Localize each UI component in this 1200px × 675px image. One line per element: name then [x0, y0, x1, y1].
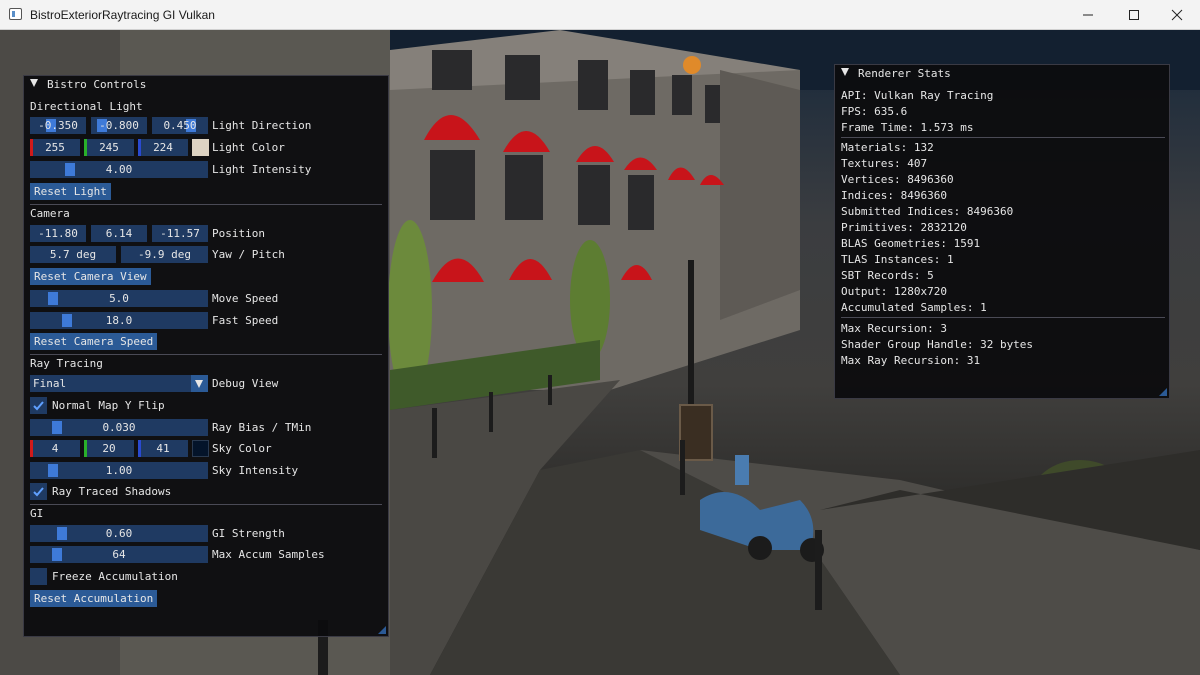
stat-indices: Indices: 8496360: [841, 189, 947, 202]
light-color-g-field[interactable]: 245: [84, 139, 134, 156]
freeze-accumulation-checkbox[interactable]: [30, 568, 47, 585]
max-accum-samples-slider[interactable]: 64: [30, 546, 208, 563]
resize-grip-icon[interactable]: [1159, 388, 1167, 396]
light-dir-z-field[interactable]: 0.450: [152, 117, 208, 134]
sky-color-label: Sky Color: [212, 442, 272, 455]
app-window: BistroExteriorRaytracing GI Vulkan Bistr…: [0, 0, 1200, 675]
stat-api: API: Vulkan Ray Tracing: [841, 89, 994, 102]
stat-primitives: Primitives: 2832120: [841, 221, 967, 234]
stat-max-recursion: Max Recursion: 3: [841, 322, 947, 335]
separator: [841, 137, 1165, 138]
light-color-swatch[interactable]: [192, 139, 209, 156]
separator: [30, 504, 382, 505]
separator: [841, 317, 1165, 318]
stat-fps: FPS: 635.6: [841, 105, 908, 118]
renderer-stats-panel[interactable]: Renderer Stats API: Vulkan Ray Tracing F…: [834, 64, 1170, 399]
stat-tlas-instances: TLAS Instances: 1: [841, 253, 954, 266]
stat-output: Output: 1280x720: [841, 285, 947, 298]
light-intensity-slider[interactable]: 4.00: [30, 161, 208, 178]
normal-map-flip-checkbox[interactable]: [30, 397, 47, 414]
light-color-b-field[interactable]: 224: [138, 139, 188, 156]
fast-speed-slider[interactable]: 18.0: [30, 312, 208, 329]
gi-header: GI: [30, 507, 44, 520]
stat-shader-group-handle: Shader Group Handle: 32 bytes: [841, 338, 1034, 351]
camera-pos-y-field[interactable]: 6.14: [91, 225, 147, 242]
separator: [30, 354, 382, 355]
app-icon: [9, 8, 22, 20]
debug-view-combo[interactable]: Final: [30, 375, 193, 392]
stat-materials: Materials: 132: [841, 141, 934, 154]
light-intensity-label: Light Intensity: [212, 163, 312, 176]
reset-accumulation-button[interactable]: Reset Accumulation: [30, 590, 158, 607]
close-button[interactable]: [1154, 0, 1200, 30]
light-dir-x-field[interactable]: -0.350: [30, 117, 86, 134]
render-viewport[interactable]: Bistro Controls Directional Light -0.350…: [0, 30, 1200, 675]
minimize-button[interactable]: [1065, 0, 1111, 30]
fast-speed-label: Fast Speed: [212, 314, 279, 327]
light-dir-y-field[interactable]: -0.800: [91, 117, 147, 134]
maximize-icon: [1129, 10, 1139, 20]
move-speed-label: Move Speed: [212, 292, 279, 305]
max-accum-samples-label: Max Accum Samples: [212, 548, 325, 561]
window-title: BistroExteriorRaytracing GI Vulkan: [30, 8, 215, 22]
sky-color-r-field[interactable]: 4: [30, 440, 80, 457]
debug-view-label: Debug View: [212, 377, 279, 390]
reset-camera-speed-button[interactable]: Reset Camera Speed: [30, 333, 158, 350]
light-color-r-field[interactable]: 255: [30, 139, 80, 156]
collapse-arrow-icon[interactable]: [841, 68, 849, 76]
gi-strength-label: GI Strength: [212, 527, 285, 540]
ray-traced-shadows-label: Ray Traced Shadows: [52, 485, 172, 498]
camera-header: Camera: [30, 207, 70, 220]
move-speed-slider[interactable]: 5.0: [30, 290, 208, 307]
sky-intensity-slider[interactable]: 1.00: [30, 462, 208, 479]
resize-grip-icon[interactable]: [378, 626, 386, 634]
ray-traced-shadows-checkbox[interactable]: [30, 483, 47, 500]
stat-textures: Textures: 407: [841, 157, 928, 170]
camera-pos-x-field[interactable]: -11.80: [30, 225, 86, 242]
separator: [30, 204, 382, 205]
stat-frame-time: Frame Time: 1.573 ms: [841, 121, 974, 134]
controls-title: Bistro Controls: [47, 78, 147, 91]
directional-light-header: Directional Light: [30, 100, 143, 113]
reset-camera-view-button[interactable]: Reset Camera View: [30, 268, 151, 285]
collapse-arrow-icon[interactable]: [30, 79, 38, 87]
controls-header[interactable]: Bistro Controls: [24, 76, 388, 93]
light-color-label: Light Color: [212, 141, 285, 154]
yaw-pitch-label: Yaw / Pitch: [212, 248, 285, 261]
ray-tracing-header: Ray Tracing: [30, 357, 103, 370]
normal-map-flip-label: Normal Map Y Flip: [52, 399, 165, 412]
camera-pos-z-field[interactable]: -11.57: [152, 225, 208, 242]
freeze-accumulation-label: Freeze Accumulation: [52, 570, 178, 583]
stats-header[interactable]: Renderer Stats: [835, 65, 1169, 82]
stat-submitted-indices: Submitted Indices: 8496360: [841, 205, 1014, 218]
reset-light-button[interactable]: Reset Light: [30, 183, 111, 200]
stat-blas-geometries: BLAS Geometries: 1591: [841, 237, 981, 250]
sky-color-g-field[interactable]: 20: [84, 440, 134, 457]
minimize-icon: [1083, 14, 1093, 16]
stats-title: Renderer Stats: [858, 67, 951, 80]
bistro-controls-panel[interactable]: Bistro Controls Directional Light -0.350…: [23, 75, 389, 637]
position-label: Position: [212, 227, 265, 240]
checkmark-icon: [33, 401, 44, 411]
sky-color-swatch[interactable]: [192, 440, 209, 457]
stat-accumulated-samples: Accumulated Samples: 1: [841, 301, 987, 314]
gi-strength-slider[interactable]: 0.60: [30, 525, 208, 542]
ray-bias-slider[interactable]: 0.030: [30, 419, 208, 436]
checkmark-icon: [33, 487, 44, 497]
close-icon: [1171, 9, 1183, 21]
stat-vertices: Vertices: 8496360: [841, 173, 954, 186]
yaw-field[interactable]: 5.7 deg: [30, 246, 116, 263]
stat-sbt-records: SBT Records: 5: [841, 269, 934, 282]
sky-intensity-label: Sky Intensity: [212, 464, 299, 477]
maximize-button[interactable]: [1111, 0, 1157, 30]
dropdown-arrow-icon[interactable]: [191, 375, 208, 392]
stat-max-ray-recursion: Max Ray Recursion: 31: [841, 354, 981, 367]
ray-bias-label: Ray Bias / TMin: [212, 421, 312, 434]
pitch-field[interactable]: -9.9 deg: [121, 246, 208, 263]
light-direction-label: Light Direction: [212, 119, 312, 132]
title-bar[interactable]: BistroExteriorRaytracing GI Vulkan: [0, 0, 1200, 30]
sky-color-b-field[interactable]: 41: [138, 440, 188, 457]
